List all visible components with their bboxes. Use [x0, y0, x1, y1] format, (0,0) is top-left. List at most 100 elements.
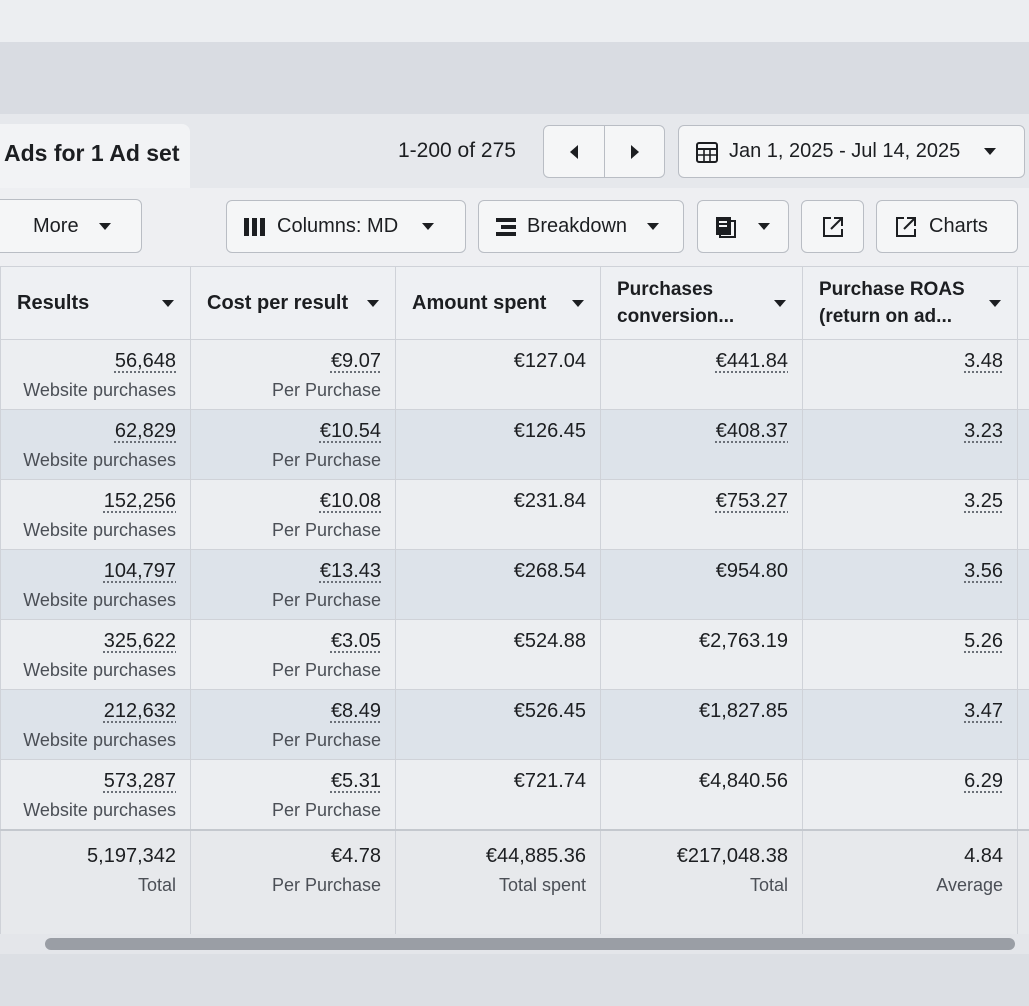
cell-value[interactable]: €268.54 [396, 560, 586, 583]
chevron-down-icon [774, 300, 786, 307]
cell-value[interactable]: €127.04 [396, 350, 586, 373]
export-button[interactable] [801, 200, 864, 253]
cell-value[interactable]: €9.07 [191, 350, 381, 373]
cell-value[interactable]: 573,287 [1, 770, 176, 793]
overflow-cell [1017, 619, 1029, 690]
cell-value[interactable]: €10.54 [191, 420, 381, 443]
cell-value[interactable]: €753.27 [601, 490, 788, 513]
date-range-label: Jan 1, 2025 - Jul 14, 2025 [729, 140, 961, 162]
amount-spent-cell: €127.04 [395, 339, 601, 410]
column-header-purchases-conversion[interactable]: Purchases conversion... [600, 266, 803, 340]
charts-button[interactable]: Charts [876, 200, 1018, 253]
results-cell: 573,287 Website purchases [0, 759, 191, 830]
cell-value[interactable]: 325,622 [1, 630, 176, 653]
cell-value[interactable]: 104,797 [1, 560, 176, 583]
table-row[interactable]: 573,287 Website purchases €5.31 Per Purchas… [0, 759, 1029, 830]
column-header-purchase-roas[interactable]: Purchase ROAS (return on ad... [802, 266, 1018, 340]
cell-value[interactable]: 6.29 [803, 770, 1003, 793]
cell-value[interactable]: 5,197,342 [1, 845, 176, 868]
chevron-left-icon [570, 144, 578, 159]
cell-subtext: Website purchases [23, 450, 176, 470]
cell-value[interactable]: €4,840.56 [601, 770, 788, 793]
cell-value[interactable]: €4.78 [191, 845, 381, 868]
cell-value[interactable]: 3.25 [803, 490, 1003, 513]
top-band [0, 0, 1029, 42]
cell-value[interactable]: €3.05 [191, 630, 381, 653]
bottom-band [0, 954, 1029, 1006]
cell-subtext: Per Purchase [271, 730, 381, 750]
breakdown-button[interactable]: Breakdown [478, 200, 684, 253]
prev-page-button[interactable] [543, 125, 605, 178]
cell-value[interactable]: 152,256 [1, 490, 176, 513]
cell-subtext: Per Purchase [271, 450, 381, 470]
cell-value[interactable]: €526.45 [396, 700, 586, 723]
cell-value[interactable]: €10.08 [191, 490, 381, 513]
amount-spent-cell: €231.84 [395, 479, 601, 550]
cell-value[interactable]: 3.48 [803, 350, 1003, 373]
cell-subtext: Per Purchase [271, 380, 381, 400]
purchases-conversion-cell: €2,763.19 [600, 619, 803, 690]
cost-per-result-cell: €9.07 Per Purchase [190, 339, 396, 410]
cell-value[interactable]: €44,885.36 [396, 845, 586, 868]
pagination-text: 1-200 of 275 [398, 139, 516, 162]
cell-value[interactable]: 3.23 [803, 420, 1003, 443]
cell-value[interactable]: €524.88 [396, 630, 586, 653]
cell-value[interactable]: €13.43 [191, 560, 381, 583]
cell-subtext: Per Purchase [271, 874, 381, 895]
cell-value[interactable]: €217,048.38 [601, 845, 788, 868]
header-band [0, 42, 1029, 114]
chevron-down-icon [758, 223, 770, 230]
cell-value[interactable]: €1,827.85 [601, 700, 788, 723]
table-row[interactable]: 152,256 Website purchases €10.08 Per Purcha… [0, 479, 1029, 550]
table-row[interactable]: 56,648 Website purchases €9.07 Per Purchase… [0, 339, 1029, 410]
columns-icon [244, 217, 265, 236]
purchases-conversion-cell: €753.27 [600, 479, 803, 550]
overflow-cell [1017, 479, 1029, 550]
reports-button[interactable] [697, 200, 789, 253]
cell-value[interactable]: €126.45 [396, 420, 586, 443]
column-header-results[interactable]: Results [0, 266, 191, 340]
next-page-button[interactable] [604, 125, 665, 178]
overflow-cell [1017, 689, 1029, 760]
cell-value[interactable]: 62,829 [1, 420, 176, 443]
cell-value[interactable]: €8.49 [191, 700, 381, 723]
column-header-cost-per-result[interactable]: Cost per result [190, 266, 396, 340]
table-row[interactable]: 104,797 Website purchases €13.43 Per Purcha… [0, 549, 1029, 620]
cell-value[interactable]: 5.26 [803, 630, 1003, 653]
table-row[interactable]: 212,632 Website purchases €8.49 Per Purchas… [0, 689, 1029, 760]
table-row[interactable]: 325,622 Website purchases €3.05 Per Purchas… [0, 619, 1029, 690]
cell-value[interactable]: 56,648 [1, 350, 176, 373]
results-cell: 56,648 Website purchases [0, 339, 191, 410]
purchase-roas-cell: 3.23 [802, 409, 1018, 480]
results-cell: 152,256 Website purchases [0, 479, 191, 550]
cell-value[interactable]: €721.74 [396, 770, 586, 793]
cell-value[interactable]: €954.80 [601, 560, 788, 583]
date-range-button[interactable]: Jan 1, 2025 - Jul 14, 2025 [678, 125, 1025, 178]
more-button[interactable]: More [0, 199, 142, 253]
cell-value[interactable]: 3.56 [803, 560, 1003, 583]
cell-value[interactable]: 4.84 [803, 845, 1003, 868]
column-header-amount-spent[interactable]: Amount spent [395, 266, 601, 340]
cell-subtext: Per Purchase [271, 590, 381, 610]
purchases-conversion-cell: €1,827.85 [600, 689, 803, 760]
chevron-down-icon [162, 300, 174, 307]
cell-value[interactable]: 212,632 [1, 700, 176, 723]
cell-subtext: Website purchases [23, 660, 176, 680]
horizontal-scrollbar-thumb[interactable] [45, 938, 1015, 950]
purchases-conversion-cell: €954.80 [600, 549, 803, 620]
cell-value[interactable]: €5.31 [191, 770, 381, 793]
total-results-cell: 5,197,342 Total [0, 828, 191, 938]
cell-value[interactable]: 3.47 [803, 700, 1003, 723]
results-cell: 104,797 Website purchases [0, 549, 191, 620]
report-icon [716, 216, 736, 238]
purchase-roas-cell: 3.25 [802, 479, 1018, 550]
columns-button[interactable]: Columns: MD [226, 200, 466, 253]
amount-spent-cell: €268.54 [395, 549, 601, 620]
cell-value[interactable]: €2,763.19 [601, 630, 788, 653]
export-icon [822, 216, 843, 237]
cell-value[interactable]: €408.37 [601, 420, 788, 443]
table-row[interactable]: 62,829 Website purchases €10.54 Per Purchas… [0, 409, 1029, 480]
cell-value[interactable]: €231.84 [396, 490, 586, 513]
purchase-roas-cell: 5.26 [802, 619, 1018, 690]
cell-value[interactable]: €441.84 [601, 350, 788, 373]
